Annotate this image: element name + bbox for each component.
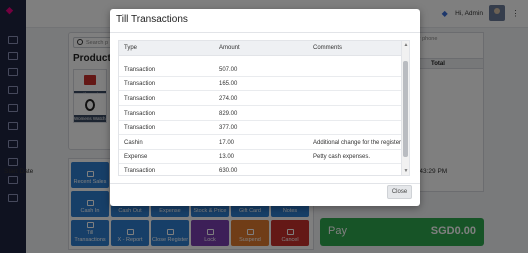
transactions-table: Type Amount Comments Transaction 507.00 … [118, 40, 410, 176]
table-row: Transaction 630.00 [124, 168, 238, 174]
table-row: Transaction 165.00 [119, 77, 403, 91]
modal-title: Till Transactions [116, 14, 188, 25]
table-row: Transaction 829.00 [119, 107, 403, 121]
table-row: Transaction 377.00 [119, 121, 403, 135]
modal-footer-divider [110, 183, 420, 184]
column-amount: Amount [219, 45, 240, 51]
table-row: Transaction 274.00 [119, 92, 403, 106]
modal-header-divider [110, 32, 420, 33]
table-row: Cashin 17.00 Additional change for the r… [119, 136, 404, 150]
close-button[interactable]: Close [387, 185, 412, 199]
column-type: Type [124, 45, 138, 51]
table-row: Transaction 507.00 [119, 63, 403, 77]
till-transactions-modal: Till Transactions Type Amount Comments T… [110, 9, 420, 206]
table-scrollbar[interactable]: ▲ ▼ [401, 41, 409, 175]
table-row: Expense 13.00 Petty cash expenses. [119, 150, 403, 164]
scroll-up-icon[interactable]: ▲ [403, 42, 409, 48]
table-header: Type Amount Comments [119, 41, 403, 56]
scrollbar-thumb[interactable] [403, 61, 408, 157]
scroll-down-icon[interactable]: ▼ [403, 168, 409, 174]
column-comments: Comments [313, 45, 343, 51]
